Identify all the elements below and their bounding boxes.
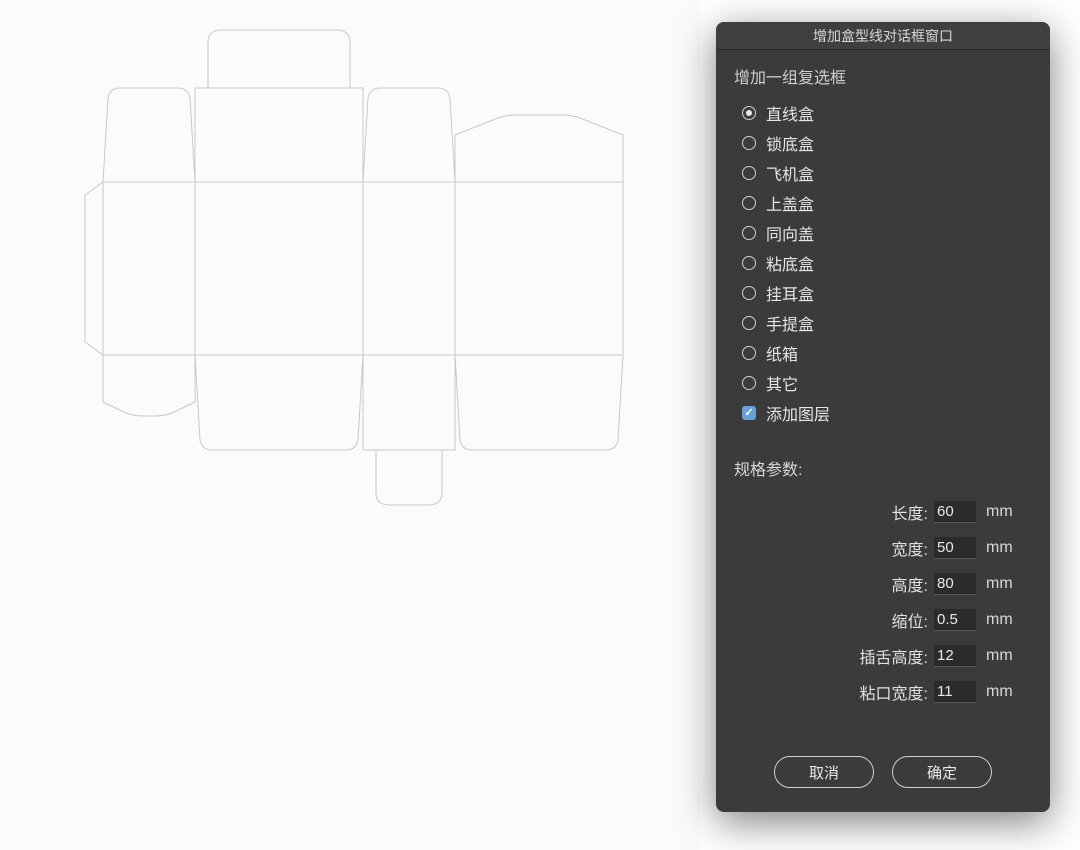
radio-top-lid-box[interactable]: 上盖盒 [742, 188, 1034, 218]
radio-icon [742, 166, 756, 180]
param-shrink: 缩位: mm [734, 602, 1034, 638]
glue-width-input[interactable] [934, 681, 976, 703]
param-unit: mm [986, 647, 1016, 665]
radio-group-label: 增加一组复选框 [734, 64, 1034, 88]
shrink-input[interactable] [934, 609, 976, 631]
radio-icon [742, 316, 756, 330]
param-length: 长度: mm [734, 494, 1034, 530]
radio-airplane-box[interactable]: 飞机盒 [742, 158, 1034, 188]
radio-label: 锁底盒 [766, 131, 814, 155]
radio-same-direction-lid[interactable]: 同向盖 [742, 218, 1034, 248]
param-name: 高度: [892, 572, 928, 596]
checkbox-label: 添加图层 [766, 401, 830, 425]
radio-icon [742, 376, 756, 390]
radio-carton[interactable]: 纸箱 [742, 338, 1034, 368]
dialog-title: 增加盒型线对话框窗口 [716, 22, 1050, 50]
box-template-canvas [0, 0, 700, 850]
radio-icon [742, 286, 756, 300]
param-unit: mm [986, 611, 1016, 629]
param-unit: mm [986, 575, 1016, 593]
param-height: 高度: mm [734, 566, 1034, 602]
radio-label: 挂耳盒 [766, 281, 814, 305]
radio-straight-box[interactable]: 直线盒 [742, 98, 1034, 128]
radio-label: 手提盒 [766, 311, 814, 335]
param-tuck-height: 插舌高度: mm [734, 638, 1034, 674]
dialog-buttons: 取消 确定 [716, 736, 1050, 812]
param-unit: mm [986, 683, 1016, 701]
length-input[interactable] [934, 501, 976, 523]
radio-lock-bottom-box[interactable]: 锁底盒 [742, 128, 1034, 158]
radio-label: 粘底盒 [766, 251, 814, 275]
radio-label: 直线盒 [766, 101, 814, 125]
radio-icon [742, 136, 756, 150]
param-name: 长度: [892, 500, 928, 524]
param-unit: mm [986, 503, 1016, 521]
radio-label: 飞机盒 [766, 161, 814, 185]
param-name: 缩位: [892, 608, 928, 632]
param-unit: mm [986, 539, 1016, 557]
radio-icon [742, 256, 756, 270]
radio-icon [742, 106, 756, 120]
tuck-height-input[interactable] [934, 645, 976, 667]
radio-label: 其它 [766, 371, 798, 395]
cancel-button[interactable]: 取消 [774, 756, 874, 788]
dialog-body: 增加一组复选框 直线盒 锁底盒 飞机盒 上盖盒 同向盖 [716, 50, 1050, 736]
radio-label: 纸箱 [766, 341, 798, 365]
ok-button[interactable]: 确定 [892, 756, 992, 788]
checkbox-icon [742, 406, 756, 420]
param-name: 粘口宽度: [860, 680, 928, 704]
width-input[interactable] [934, 537, 976, 559]
radio-label: 上盖盒 [766, 191, 814, 215]
param-width: 宽度: mm [734, 530, 1034, 566]
radio-icon [742, 226, 756, 240]
add-box-dialog: 增加盒型线对话框窗口 增加一组复选框 直线盒 锁底盒 飞机盒 上盖盒 同向盖 [716, 22, 1050, 812]
radio-label: 同向盖 [766, 221, 814, 245]
param-name: 宽度: [892, 536, 928, 560]
radio-other[interactable]: 其它 [742, 368, 1034, 398]
param-name: 插舌高度: [860, 644, 928, 668]
params-label: 规格参数: [734, 456, 1034, 480]
height-input[interactable] [934, 573, 976, 595]
radio-hang-ear-box[interactable]: 挂耳盒 [742, 278, 1034, 308]
radio-handle-box[interactable]: 手提盒 [742, 308, 1034, 338]
radio-icon [742, 196, 756, 210]
radio-glue-bottom-box[interactable]: 粘底盒 [742, 248, 1034, 278]
box-type-radio-group: 直线盒 锁底盒 飞机盒 上盖盒 同向盖 粘底盒 [734, 98, 1034, 428]
param-glue-width: 粘口宽度: mm [734, 674, 1034, 710]
params-section: 规格参数: 长度: mm 宽度: mm 高度: mm 缩位: mm [734, 456, 1034, 710]
radio-icon [742, 346, 756, 360]
checkbox-add-layer[interactable]: 添加图层 [742, 398, 1034, 428]
